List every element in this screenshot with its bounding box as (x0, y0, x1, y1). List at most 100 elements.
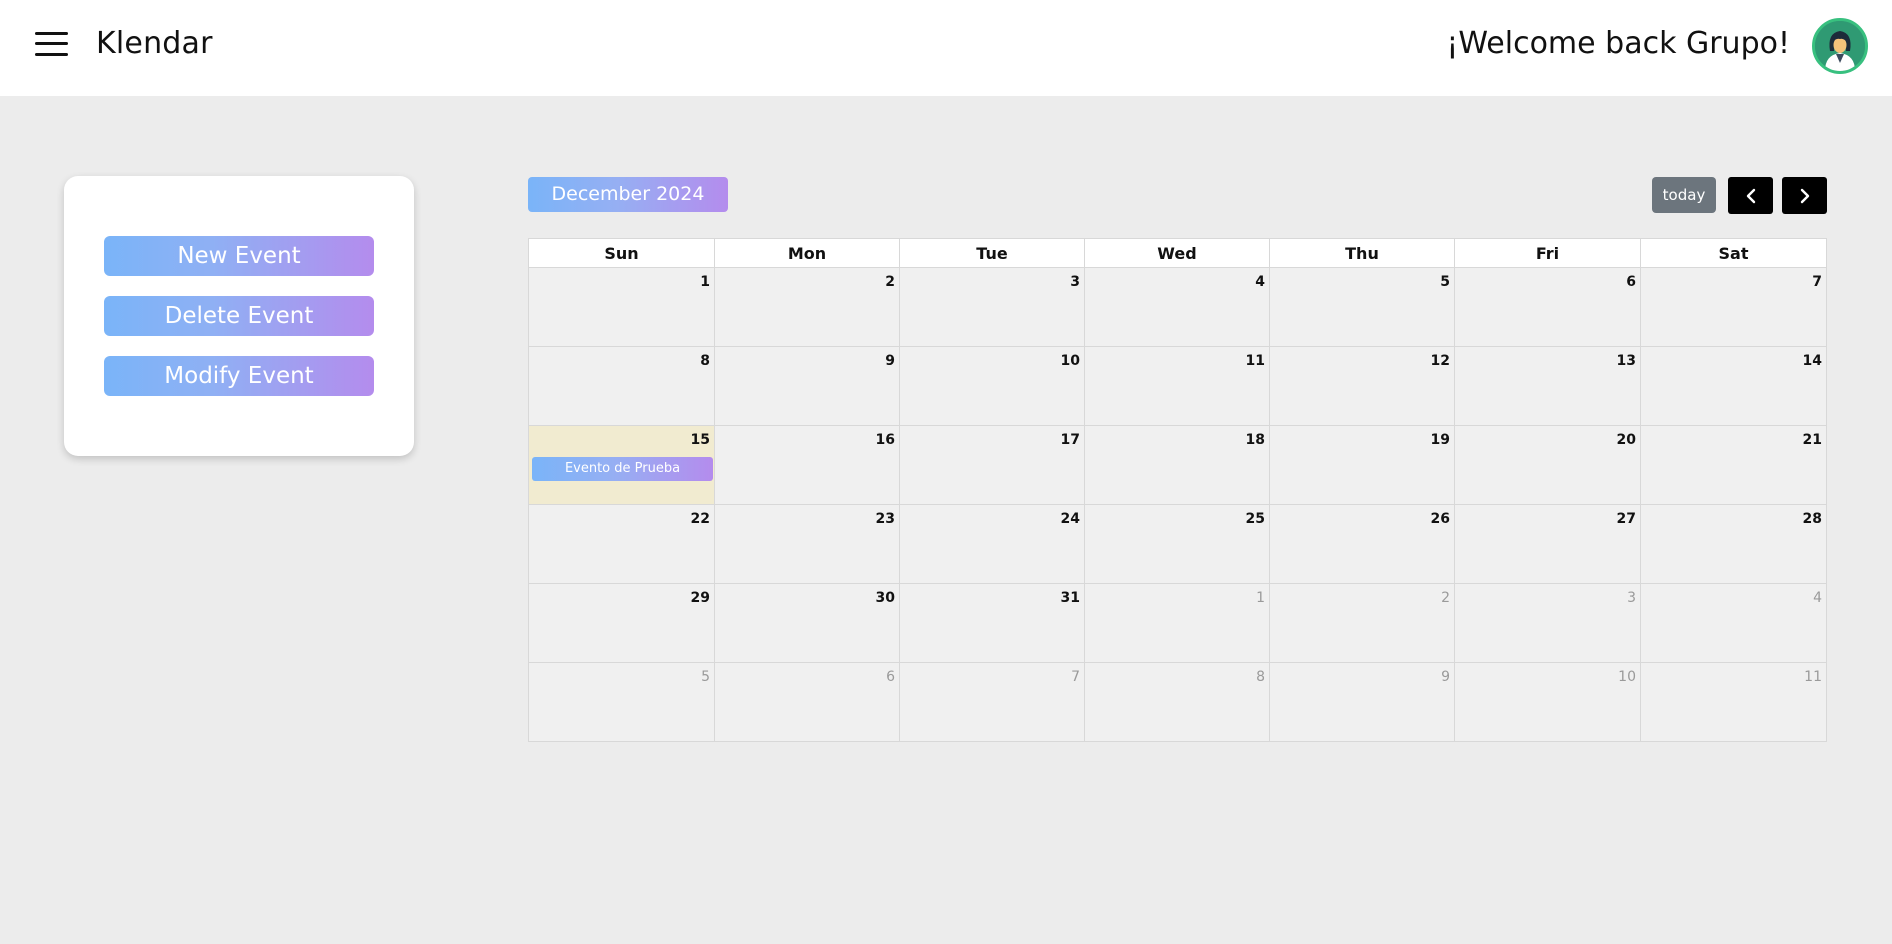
calendar-day-cell[interactable]: 17 (900, 426, 1085, 505)
calendar-day-cell[interactable]: 31 (900, 584, 1085, 663)
day-number[interactable]: 9 (1441, 669, 1450, 685)
calendar-day-cell[interactable]: 4 (1085, 268, 1270, 347)
calendar-day-cell[interactable]: 14 (1641, 347, 1826, 426)
day-number[interactable]: 3 (1070, 274, 1080, 290)
day-number[interactable]: 1 (700, 274, 710, 290)
calendar-day-cell[interactable]: 6 (1455, 268, 1641, 347)
day-number[interactable]: 2 (885, 274, 895, 290)
next-month-button[interactable] (1782, 177, 1827, 214)
calendar-day-cell[interactable]: 4 (1641, 584, 1826, 663)
calendar-day-cell[interactable]: 22 (529, 505, 715, 584)
calendar-day-cell[interactable]: 6 (715, 663, 900, 742)
calendar-day-cell[interactable]: 11 (1641, 663, 1826, 742)
day-number[interactable]: 16 (876, 432, 895, 448)
day-number[interactable]: 10 (1618, 669, 1636, 685)
day-number[interactable]: 14 (1803, 353, 1822, 369)
day-number[interactable]: 15 (691, 432, 710, 448)
day-number[interactable]: 25 (1246, 511, 1265, 527)
new-event-button[interactable]: New Event (104, 236, 374, 276)
weekday-header-row: Sun Mon Tue Wed Thu Fri Sat (529, 239, 1826, 268)
day-number[interactable]: 2 (1441, 590, 1450, 606)
calendar-day-cell[interactable]: 20 (1455, 426, 1641, 505)
calendar-day-cell[interactable]: 7 (1641, 268, 1826, 347)
calendar-day-cell[interactable]: 7 (900, 663, 1085, 742)
day-number[interactable]: 21 (1803, 432, 1822, 448)
calendar-day-cell[interactable]: 5 (1270, 268, 1455, 347)
day-number[interactable]: 31 (1061, 590, 1080, 606)
calendar-day-cell[interactable]: 2 (715, 268, 900, 347)
day-number[interactable]: 19 (1431, 432, 1450, 448)
calendar-day-cell[interactable]: 26 (1270, 505, 1455, 584)
day-number[interactable]: 8 (700, 353, 710, 369)
user-avatar[interactable] (1812, 18, 1868, 74)
calendar-day-cell[interactable]: 28 (1641, 505, 1826, 584)
day-number[interactable]: 29 (691, 590, 710, 606)
month-title: December 2024 (528, 177, 728, 212)
calendar-day-cell[interactable]: 3 (900, 268, 1085, 347)
calendar-day-cell[interactable]: 16 (715, 426, 900, 505)
day-number[interactable]: 18 (1246, 432, 1265, 448)
calendar-day-cell[interactable]: 19 (1270, 426, 1455, 505)
calendar-day-cell[interactable]: 18 (1085, 426, 1270, 505)
day-number[interactable]: 3 (1627, 590, 1636, 606)
calendar-day-cell[interactable]: 2 (1270, 584, 1455, 663)
day-number[interactable]: 7 (1812, 274, 1822, 290)
day-number[interactable]: 11 (1804, 669, 1822, 685)
day-number[interactable]: 27 (1617, 511, 1636, 527)
delete-event-button[interactable]: Delete Event (104, 296, 374, 336)
day-number[interactable]: 20 (1617, 432, 1636, 448)
calendar-day-cell[interactable]: 1 (1085, 584, 1270, 663)
day-number[interactable]: 4 (1255, 274, 1265, 290)
weekday-header-fri: Fri (1455, 239, 1641, 268)
previous-month-button[interactable] (1728, 177, 1773, 214)
day-number[interactable]: 30 (876, 590, 895, 606)
day-number[interactable]: 26 (1431, 511, 1450, 527)
calendar-day-cell[interactable]: 8 (529, 347, 715, 426)
day-number[interactable]: 5 (1440, 274, 1450, 290)
calendar-day-cell[interactable]: 21 (1641, 426, 1826, 505)
calendar-day-cell[interactable]: 5 (529, 663, 715, 742)
calendar-day-cell[interactable]: 13 (1455, 347, 1641, 426)
day-number[interactable]: 10 (1061, 353, 1080, 369)
today-button[interactable]: today (1652, 177, 1716, 213)
day-number[interactable]: 23 (876, 511, 895, 527)
day-number[interactable]: 5 (701, 669, 710, 685)
calendar-event[interactable]: Evento de Prueba (532, 457, 713, 481)
calendar-day-cell[interactable]: 3 (1455, 584, 1641, 663)
calendar-day-cell[interactable]: 1 (529, 268, 715, 347)
day-number[interactable]: 22 (691, 511, 710, 527)
calendar-day-cell[interactable]: 8 (1085, 663, 1270, 742)
day-number[interactable]: 13 (1617, 353, 1636, 369)
day-number[interactable]: 11 (1246, 353, 1265, 369)
calendar-day-cell[interactable]: 12 (1270, 347, 1455, 426)
modify-event-button[interactable]: Modify Event (104, 356, 374, 396)
day-number[interactable]: 1 (1256, 590, 1265, 606)
day-number[interactable]: 28 (1803, 511, 1822, 527)
calendar-day-cell[interactable]: 24 (900, 505, 1085, 584)
chevron-right-icon (1800, 188, 1809, 203)
weekday-header-tue: Tue (900, 239, 1085, 268)
day-number[interactable]: 7 (1071, 669, 1080, 685)
calendar-day-cell[interactable]: 29 (529, 584, 715, 663)
calendar-day-cell[interactable]: 9 (1270, 663, 1455, 742)
day-number[interactable]: 4 (1813, 590, 1822, 606)
day-number[interactable]: 6 (886, 669, 895, 685)
calendar-day-cell[interactable]: 25 (1085, 505, 1270, 584)
calendar-day-cell[interactable]: 10 (1455, 663, 1641, 742)
day-number[interactable]: 17 (1061, 432, 1080, 448)
calendar-day-cell[interactable]: 9 (715, 347, 900, 426)
calendar-day-cell[interactable]: 15 Evento de Prueba (529, 426, 715, 505)
day-number[interactable]: 8 (1256, 669, 1265, 685)
calendar-day-cell[interactable]: 23 (715, 505, 900, 584)
day-number[interactable]: 24 (1061, 511, 1080, 527)
weekday-header-mon: Mon (715, 239, 900, 268)
calendar-day-cell[interactable]: 30 (715, 584, 900, 663)
calendar-day-cell[interactable]: 27 (1455, 505, 1641, 584)
day-number[interactable]: 9 (885, 353, 895, 369)
calendar-day-cell[interactable]: 11 (1085, 347, 1270, 426)
hamburger-menu-icon[interactable] (35, 30, 68, 58)
weekday-header-thu: Thu (1270, 239, 1455, 268)
calendar-day-cell[interactable]: 10 (900, 347, 1085, 426)
day-number[interactable]: 12 (1431, 353, 1450, 369)
day-number[interactable]: 6 (1626, 274, 1636, 290)
